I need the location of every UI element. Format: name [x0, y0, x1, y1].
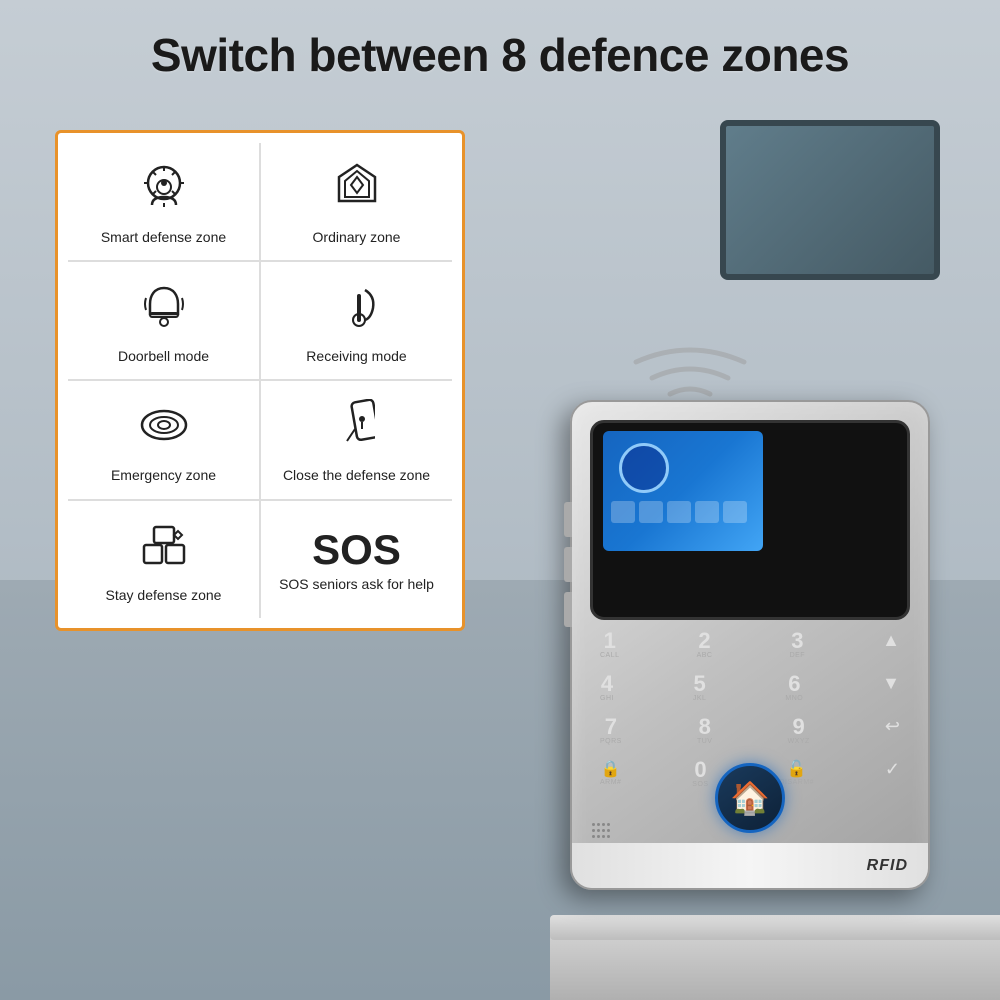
doorbell-mode-icon — [140, 280, 188, 339]
key-0[interactable]: 0 SOS — [692, 759, 708, 788]
sos-icon: SOS — [312, 529, 401, 571]
stay-defense-label: Stay defense zone — [106, 586, 222, 604]
receiving-mode-label: Receiving mode — [306, 347, 406, 365]
key-arm-icon: 🔒 — [601, 759, 621, 779]
key-confirm-icon: ✓ — [885, 759, 900, 780]
table-front — [550, 935, 1000, 1000]
key-8[interactable]: 8 TUV — [697, 716, 713, 745]
screen-icon-2 — [639, 501, 663, 523]
speaker — [592, 823, 610, 838]
key-down-icon: ▼ — [882, 673, 900, 694]
sos-cell: SOS SOS seniors ask for help — [260, 500, 452, 618]
key-2-number: 2 — [698, 630, 710, 652]
side-button-3[interactable] — [564, 592, 572, 627]
key-arm-label: ARM# — [600, 779, 621, 786]
device-screen-area — [590, 420, 910, 620]
side-button-1[interactable] — [564, 502, 572, 537]
side-button-2[interactable] — [564, 547, 572, 582]
emergency-zone-cell: Emergency zone — [68, 380, 260, 499]
key-6[interactable]: 6 MNO — [785, 673, 803, 702]
smart-defense-label: Smart defense zone — [101, 228, 226, 246]
key-2[interactable]: 2 ABC — [697, 630, 713, 659]
key-up-icon: ▲ — [882, 630, 900, 651]
key-0-number: 0 — [694, 759, 706, 781]
key-up[interactable]: ▲ — [882, 630, 900, 659]
key-0-label: SOS — [692, 781, 708, 788]
key-confirm[interactable]: ✓ — [885, 759, 900, 788]
key-1-number: 1 — [604, 630, 616, 652]
page-title: Switch between 8 defence zones — [0, 28, 1000, 82]
key-arm[interactable]: 🔒 ARM# — [600, 759, 621, 788]
key-7[interactable]: 7 PQRS — [600, 716, 622, 745]
key-back-icon: ↩ — [885, 716, 900, 737]
key-disarm[interactable]: 🔓 DISARM# — [779, 759, 814, 788]
key-disarm-label: DISARM# — [779, 779, 814, 786]
ordinary-zone-cell: Ordinary zone — [260, 143, 452, 261]
close-defense-icon — [339, 399, 375, 458]
key-1-label: CALL — [600, 652, 620, 659]
sos-label: SOS seniors ask for help — [279, 575, 434, 593]
screen-icons-row — [611, 501, 747, 523]
zones-grid: Smart defense zone Ordinary zone — [68, 143, 452, 618]
key-disarm-icon: 🔓 — [787, 759, 807, 779]
screen-icon-3 — [667, 501, 691, 523]
emergency-zone-label: Emergency zone — [111, 466, 216, 484]
key-3-label: DEF — [790, 652, 806, 659]
close-defense-label: Close the defense zone — [283, 466, 430, 484]
key-3-number: 3 — [791, 630, 803, 652]
doorbell-mode-cell: Doorbell mode — [68, 261, 260, 380]
home-icon: 🏠 — [730, 779, 770, 817]
key-9-number: 9 — [793, 716, 805, 738]
emergency-zone-icon — [138, 399, 190, 458]
key-9[interactable]: 9 WXYZ — [788, 716, 810, 745]
key-5-label: JKL — [693, 695, 707, 702]
close-defense-cell: Close the defense zone — [260, 380, 452, 499]
security-device: 1 CALL 2 ABC 3 DEF ▲ 4 GHI — [570, 400, 950, 920]
key-6-label: MNO — [785, 695, 803, 702]
smart-defense-icon — [138, 161, 190, 220]
screen-icon-4 — [695, 501, 719, 523]
home-button[interactable]: 🏠 — [715, 763, 785, 833]
receiving-mode-icon — [337, 280, 377, 339]
ordinary-zone-icon — [333, 161, 381, 220]
keypad-row-2: 4 GHI 5 JKL 6 MNO ▼ — [600, 673, 900, 702]
device-bottom-strip: RFID — [572, 843, 928, 888]
receiving-mode-cell: Receiving mode — [260, 261, 452, 380]
key-7-number: 7 — [605, 716, 617, 738]
key-back[interactable]: ↩ — [885, 716, 900, 745]
keypad-row-3: 7 PQRS 8 TUV 9 WXYZ ↩ — [600, 716, 900, 745]
stay-defense-icon — [138, 519, 190, 578]
ordinary-zone-label: Ordinary zone — [313, 228, 401, 246]
key-3[interactable]: 3 DEF — [790, 630, 806, 659]
key-5-number: 5 — [694, 673, 706, 695]
screen-clock — [619, 443, 669, 493]
key-4-number: 4 — [601, 673, 613, 695]
screen-icon-1 — [611, 501, 635, 523]
smart-defense-cell: Smart defense zone — [68, 143, 260, 261]
monitor — [720, 120, 940, 280]
key-6-number: 6 — [788, 673, 800, 695]
key-7-label: PQRS — [600, 738, 622, 745]
stay-defense-cell: Stay defense zone — [68, 500, 260, 618]
doorbell-mode-label: Doorbell mode — [118, 347, 209, 365]
device-screen — [603, 431, 763, 551]
info-card: Smart defense zone Ordinary zone — [55, 130, 465, 631]
device-body: 1 CALL 2 ABC 3 DEF ▲ 4 GHI — [570, 400, 930, 890]
key-down[interactable]: ▼ — [882, 673, 900, 702]
rfid-label: RFID — [867, 857, 908, 875]
key-4[interactable]: 4 GHI — [600, 673, 614, 702]
key-2-label: ABC — [697, 652, 713, 659]
screen-icon-5 — [723, 501, 747, 523]
key-9-label: WXYZ — [788, 738, 810, 745]
keypad-row-1: 1 CALL 2 ABC 3 DEF ▲ — [600, 630, 900, 659]
key-1[interactable]: 1 CALL — [600, 630, 620, 659]
key-8-label: TUV — [697, 738, 713, 745]
side-buttons — [564, 502, 572, 637]
key-4-label: GHI — [600, 695, 614, 702]
key-8-number: 8 — [699, 716, 711, 738]
key-5[interactable]: 5 JKL — [693, 673, 707, 702]
